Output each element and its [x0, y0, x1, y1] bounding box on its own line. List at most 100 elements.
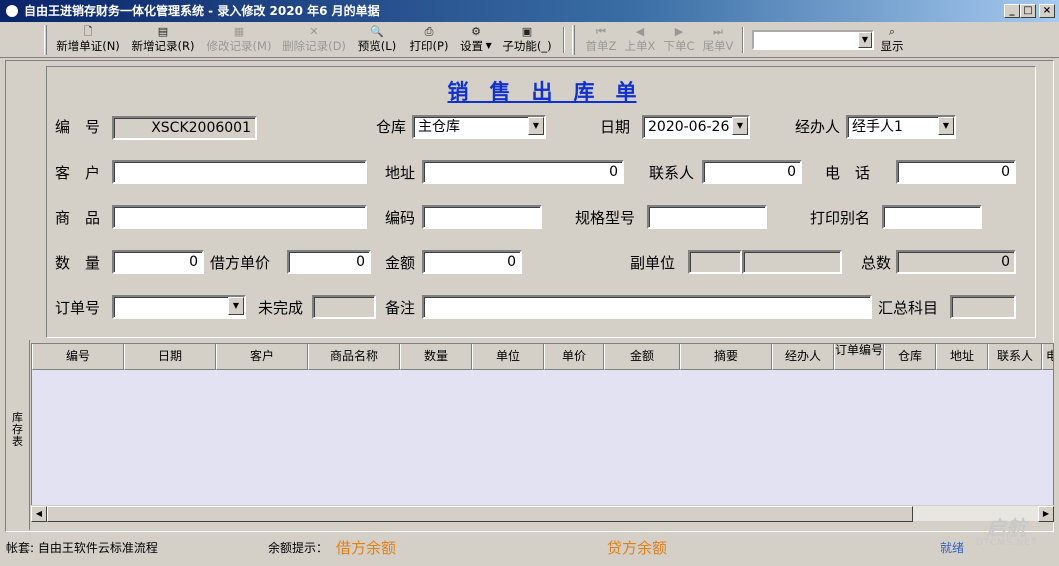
grid-column-header[interactable]: 商品名称 [308, 344, 400, 370]
incomplete-label: 未完成 [258, 299, 304, 317]
amount-label: 金额 [385, 254, 416, 272]
summary-account-field [950, 295, 1016, 319]
settings-button[interactable]: ⚙ 设置 ▼ [457, 24, 495, 56]
next-label: 下单C [663, 39, 695, 53]
new-record-button[interactable]: ▤ 新增记录(R) [129, 24, 197, 56]
warehouse-label: 仓库 [376, 118, 407, 136]
grid-column-header[interactable]: 电 [1042, 344, 1053, 370]
phone-input[interactable]: 0 [896, 160, 1016, 184]
search-icon: ⌕ [888, 25, 896, 38]
close-button[interactable]: × [1039, 4, 1055, 18]
print-label: 打印(P) [409, 39, 449, 53]
sub-unit-label: 副单位 [630, 254, 676, 272]
debit-price-label: 借方单价 [210, 254, 271, 272]
grid-column-header[interactable]: 经办人 [772, 344, 834, 370]
grid-column-header[interactable]: 地址 [936, 344, 988, 370]
printer-icon: ⎙ [424, 25, 434, 38]
warehouse-value: 主仓库 [418, 119, 460, 135]
product-label: 商 品 [55, 209, 101, 227]
display-button[interactable]: ⌕ 显示 [877, 24, 907, 56]
toolbar: 🗋 新增单证(N) ▤ 新增记录(R) ▦ 修改记录(M) ✕ 删除记录(D) … [0, 22, 1059, 58]
form-title: 销 售 出 库 单 [447, 79, 637, 104]
preview-button[interactable]: 🔍 预览(L) [354, 24, 400, 56]
quantity-input[interactable]: 0 [112, 250, 204, 274]
grid-column-header[interactable]: 日期 [124, 344, 216, 370]
print-button[interactable]: ⎙ 打印(P) [406, 24, 452, 56]
quantity-label: 数 量 [55, 254, 101, 272]
warehouse-select[interactable]: 主仓库 ▼ [412, 115, 546, 139]
address-label: 地址 [385, 164, 416, 182]
settings-icon: ⚙ [471, 25, 481, 38]
grid-column-header[interactable]: 摘要 [680, 344, 772, 370]
horizontal-scrollbar[interactable]: ◀ ▶ [31, 505, 1054, 522]
address-input[interactable]: 0 [422, 160, 624, 184]
delete-record-label: 删除记录(D) [282, 39, 346, 53]
print-alias-input[interactable] [882, 205, 982, 229]
grid-column-header[interactable]: 单位 [472, 344, 544, 370]
number-label: 编 号 [55, 118, 101, 136]
code-input[interactable] [422, 205, 542, 229]
total-field: 0 [896, 250, 1016, 274]
scroll-left-icon[interactable]: ◀ [31, 506, 47, 522]
new-voucher-button[interactable]: 🗋 新增单证(N) [54, 24, 122, 56]
first-record-button[interactable]: ⏮ 首单Z [583, 24, 619, 56]
contact-input[interactable]: 0 [702, 160, 802, 184]
chevron-down-icon[interactable]: ▼ [228, 297, 244, 315]
date-label: 日期 [600, 118, 631, 136]
chevron-down-icon[interactable]: ▼ [528, 117, 544, 135]
last-record-button[interactable]: ⏭ 尾单V [700, 24, 736, 56]
edit-record-button[interactable]: ▦ 修改记录(M) [204, 24, 274, 56]
minimize-button[interactable]: _ [1004, 4, 1020, 18]
edit-record-icon: ▦ [233, 25, 245, 38]
first-icon: ⏮ [596, 25, 606, 38]
grid-column-header[interactable]: 金额 [604, 344, 680, 370]
scroll-thumb[interactable] [47, 506, 913, 522]
records-grid[interactable]: 编号日期客户商品名称数量单位单价金额摘要经办人订单编号仓库地址联系人电 [31, 343, 1054, 521]
date-value: 2020-06-26 [648, 119, 730, 135]
grid-column-header[interactable]: 编号 [32, 344, 124, 370]
date-picker[interactable]: 2020-06-26 ▼ [642, 115, 750, 139]
preview-icon: 🔍 [370, 25, 384, 38]
product-input[interactable] [112, 205, 367, 229]
account-status: 帐套: 自由王软件云标准流程 [6, 541, 158, 555]
delete-record-button[interactable]: ✕ 删除记录(D) [279, 24, 349, 56]
chevron-down-icon[interactable]: ▼ [938, 117, 954, 135]
toolbar-grip[interactable] [572, 25, 575, 55]
status-bar: 帐套: 自由王软件云标准流程 余额提示： 借方余额 贷方余额 就绪 [0, 536, 1059, 566]
grid-header: 编号日期客户商品名称数量单位单价金额摘要经办人订单编号仓库地址联系人电 [32, 344, 1053, 370]
toolbar-grip[interactable] [44, 25, 47, 55]
handler-select[interactable]: 经手人1 ▼ [846, 115, 956, 139]
picture-icon: ▣ [521, 25, 533, 38]
window-title: 自由王进销存财务一体化管理系统 - 录入修改 2020 年6 月的单据 [24, 4, 380, 18]
side-tab-inventory[interactable]: 库存表 [6, 340, 30, 530]
prev-record-button[interactable]: ◀ 上单X [622, 24, 658, 56]
grid-column-header[interactable]: 仓库 [884, 344, 936, 370]
amount-input[interactable]: 0 [422, 250, 522, 274]
spec-input[interactable] [647, 205, 767, 229]
debit-price-input[interactable]: 0 [287, 250, 371, 274]
prev-icon: ◀ [635, 25, 645, 38]
next-record-button[interactable]: ▶ 下单C [661, 24, 697, 56]
grid-column-header[interactable]: 单价 [544, 344, 604, 370]
filter-combobox[interactable]: ▼ [752, 30, 874, 50]
customer-label: 客 户 [55, 164, 101, 182]
grid-column-header[interactable]: 订单编号 [834, 344, 884, 370]
chevron-down-icon[interactable]: ▼ [732, 117, 748, 135]
handler-value: 经手人1 [852, 119, 903, 135]
chevron-down-icon[interactable]: ▼ [858, 32, 872, 48]
total-label: 总数 [861, 254, 892, 272]
preview-label: 预览(L) [357, 39, 397, 53]
grid-column-header[interactable]: 客户 [216, 344, 308, 370]
maximize-button[interactable]: □ [1020, 4, 1036, 18]
remark-input[interactable] [422, 295, 872, 319]
number-field: XSCK2006001 [112, 116, 257, 140]
grid-column-header[interactable]: 联系人 [988, 344, 1042, 370]
order-no-select[interactable]: ▼ [112, 295, 246, 319]
customer-input[interactable] [112, 160, 367, 184]
order-no-label: 订单号 [55, 299, 101, 317]
grid-column-header[interactable]: 数量 [400, 344, 472, 370]
toolbar-separator [742, 27, 744, 53]
subfunction-button[interactable]: ▣ 子功能(_) [499, 24, 555, 56]
edit-record-label: 修改记录(M) [206, 39, 272, 53]
remark-label: 备注 [385, 299, 416, 317]
